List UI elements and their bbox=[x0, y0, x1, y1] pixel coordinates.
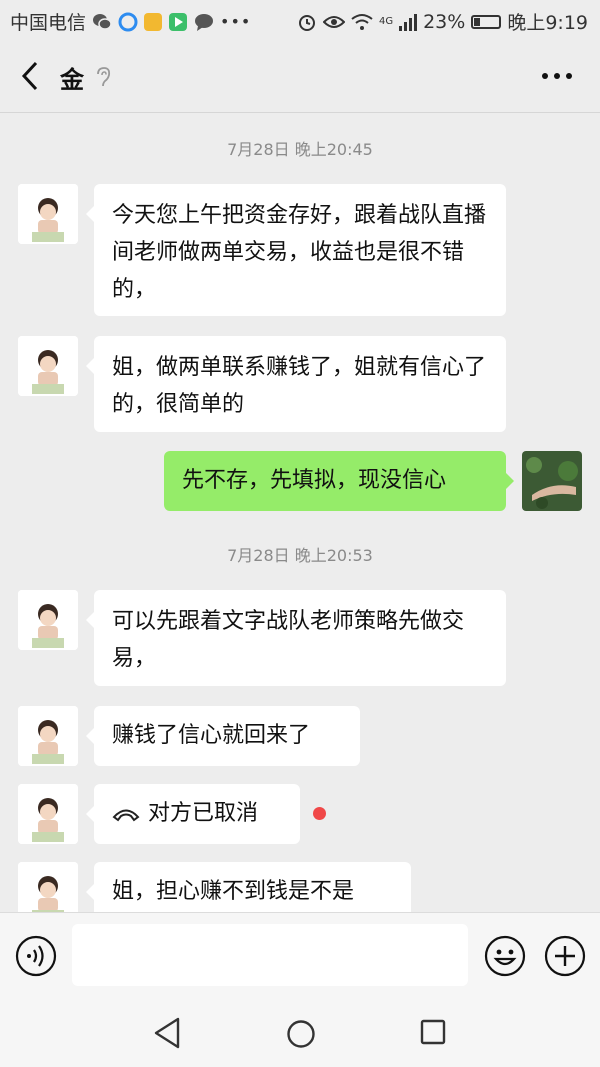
call-record-bubble[interactable]: 对方已取消 bbox=[86, 784, 300, 844]
more-notifications-icon: ••• bbox=[220, 12, 252, 31]
chat-header: 金 bbox=[0, 40, 600, 113]
eye-icon bbox=[322, 15, 345, 28]
video-app-icon bbox=[169, 12, 188, 31]
contact-name: 金 bbox=[60, 66, 84, 94]
app-notification-icon bbox=[144, 12, 163, 31]
contact-avatar[interactable] bbox=[18, 784, 78, 844]
contact-avatar[interactable] bbox=[18, 184, 78, 244]
emoji-icon[interactable] bbox=[484, 935, 526, 977]
input-bar bbox=[0, 912, 600, 1001]
network-type: 4G bbox=[378, 16, 394, 27]
contact-avatar[interactable] bbox=[18, 336, 78, 396]
call-status-label: 对方已取消 bbox=[148, 801, 259, 826]
clock: 晚上9:19 bbox=[507, 12, 588, 34]
message-bubble[interactable]: 赚钱了信心就回来了 bbox=[86, 706, 360, 766]
nav-recent-apps-icon[interactable] bbox=[420, 1019, 446, 1045]
wifi-icon bbox=[351, 13, 373, 30]
phone-hangup-icon bbox=[112, 809, 140, 822]
timestamp: 7月28日 晚上20:45 bbox=[227, 140, 373, 159]
browser-icon bbox=[118, 12, 138, 31]
system-nav-bar bbox=[0, 1001, 600, 1067]
my-message-bubble[interactable]: 先不存，先填拟，现没信心 bbox=[164, 451, 514, 511]
nav-back-icon[interactable] bbox=[152, 1016, 182, 1050]
contact-avatar[interactable] bbox=[18, 706, 78, 766]
unread-dot bbox=[313, 807, 326, 820]
contact-avatar[interactable] bbox=[18, 590, 78, 650]
my-avatar[interactable] bbox=[522, 451, 582, 511]
signal-icon bbox=[399, 13, 418, 31]
message-input[interactable] bbox=[72, 924, 468, 986]
plus-icon[interactable] bbox=[544, 935, 586, 977]
nav-home-icon[interactable] bbox=[286, 1019, 316, 1049]
status-bar: 中国电信 ••• 4G 23% 晚上9:19 bbox=[0, 0, 600, 40]
voice-input-icon[interactable] bbox=[15, 935, 57, 977]
timestamp: 7月28日 晚上20:53 bbox=[227, 546, 373, 565]
alarm-icon bbox=[298, 14, 315, 31]
message-icon bbox=[195, 13, 214, 31]
message-bubble[interactable]: 今天您上午把资金存好，跟着战队直播间老师做两单交易，收益也是很不错的， bbox=[86, 184, 506, 316]
more-options-icon[interactable] bbox=[540, 64, 574, 88]
carrier-label: 中国电信 bbox=[10, 12, 87, 34]
wechat-icon bbox=[93, 13, 112, 30]
message-bubble[interactable]: 可以先跟着文字战队老师策略先做交易， bbox=[86, 590, 506, 686]
back-arrow-icon[interactable] bbox=[18, 60, 44, 92]
earpiece-mode-icon bbox=[97, 67, 111, 87]
battery-icon bbox=[471, 14, 502, 29]
battery-percent: 23% bbox=[423, 10, 466, 33]
message-bubble[interactable]: 姐，做两单联系赚钱了，姐就有信心了的，很简单的 bbox=[86, 336, 506, 432]
